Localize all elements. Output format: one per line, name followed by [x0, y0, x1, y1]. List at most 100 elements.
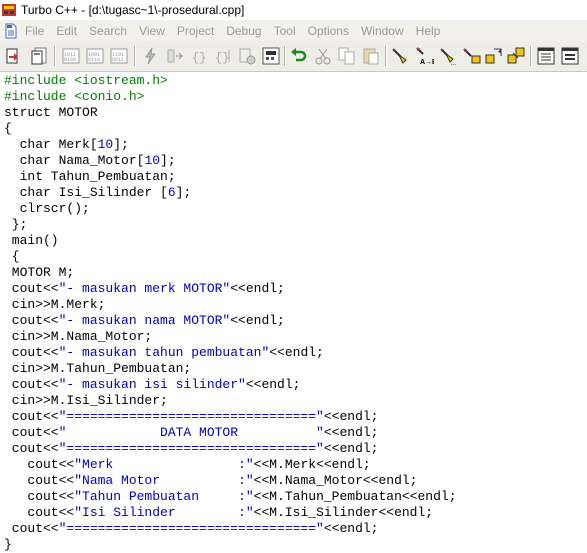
- code-token: ];: [175, 185, 192, 200]
- code-token: "Isi Silinder :": [74, 505, 254, 520]
- code-token: cin>>M.Nama_Motor;: [4, 329, 153, 344]
- trace-into-icon[interactable]: {}: [188, 45, 210, 67]
- code-line[interactable]: struct MOTOR: [4, 105, 98, 121]
- menu-file[interactable]: File: [25, 24, 44, 38]
- code-line[interactable]: }: [4, 537, 12, 553]
- code-line[interactable]: {: [4, 249, 20, 265]
- code-line[interactable]: cout<<"- masukan isi silinder"<<endl;: [4, 377, 301, 393]
- code-token: cout<<: [4, 489, 75, 504]
- code-line[interactable]: cout<<"Isi Silinder :"<<M.Isi_Silinder<<…: [4, 505, 433, 521]
- code-line[interactable]: MOTOR M;: [4, 265, 74, 281]
- menu-search[interactable]: Search: [89, 24, 127, 38]
- code-line[interactable]: cout<<"- masukan tahun pembuatan"<<endl;: [4, 345, 324, 361]
- find-next-icon[interactable]: [461, 45, 483, 67]
- code-line[interactable]: char Isi_Silinder [6];: [4, 185, 192, 201]
- code-token: cin>>M.Merk;: [4, 297, 106, 312]
- code-token: <<endl;: [323, 441, 379, 456]
- compile-file-icon[interactable]: 1011 0100: [60, 45, 82, 67]
- menu-options[interactable]: Options: [308, 24, 349, 38]
- code-line[interactable]: #include <conio.h>: [4, 89, 144, 105]
- menu-debug[interactable]: Debug: [226, 24, 261, 38]
- open-icon[interactable]: [4, 45, 26, 67]
- code-token: MOTOR M;: [4, 265, 75, 280]
- menu-tool[interactable]: Tool: [274, 24, 296, 38]
- menu-view[interactable]: View: [139, 24, 165, 38]
- code-token: cout<<: [4, 457, 75, 472]
- run-icon[interactable]: [140, 45, 162, 67]
- code-line[interactable]: {: [4, 121, 12, 137]
- undo-icon[interactable]: [288, 45, 310, 67]
- code-line[interactable]: cout<<"================================"…: [4, 521, 379, 537]
- code-line[interactable]: cout<<"Nama Motor :"<<M.Nama_Motor<<endl…: [4, 473, 417, 489]
- svg-text:0110: 0110: [88, 57, 100, 63]
- go-to-cursor-icon[interactable]: {}: [212, 45, 234, 67]
- code-token: <<endl;: [230, 313, 285, 328]
- code-token: cout<<: [4, 425, 59, 440]
- code-token: <<endl;: [269, 345, 324, 360]
- search-again-icon[interactable]: ...: [437, 45, 459, 67]
- code-token: {: [4, 249, 20, 264]
- code-line[interactable]: int Tahun_Pembuatan;: [4, 169, 176, 185]
- code-token: ];: [160, 153, 176, 168]
- code-token: struct MOTOR: [4, 105, 98, 120]
- menu-edit[interactable]: Edit: [56, 24, 77, 38]
- code-line[interactable]: cout<<"================================"…: [4, 409, 379, 425]
- browse-symbol-icon[interactable]: [483, 45, 505, 67]
- code-editor[interactable]: #include <iostream.h> #include <conio.h> s…: [0, 72, 587, 553]
- svg-text:...: ...: [451, 61, 456, 66]
- code-token: <<endl;: [323, 521, 379, 536]
- window-title: Turbo C++ - [d:\tugasc~1\-prosedural.cpp…: [21, 3, 245, 17]
- code-token: {: [4, 121, 12, 136]
- cut-icon[interactable]: [312, 45, 334, 67]
- code-token: main(): [4, 233, 59, 248]
- code-token: cout<<: [4, 281, 59, 296]
- code-line[interactable]: cout<<"- masukan merk MOTOR"<<endl;: [4, 281, 285, 297]
- paste-icon[interactable]: [360, 45, 382, 67]
- code-token: cout<<: [4, 441, 59, 456]
- cascade-window-icon[interactable]: [559, 45, 581, 67]
- code-line[interactable]: main(): [4, 233, 59, 249]
- code-line[interactable]: cout<<" DATA MOTOR "<<endl;: [4, 425, 379, 441]
- code-line[interactable]: cout<<"Tahun Pembuatan :"<<M.Tahun_Pembu…: [4, 489, 457, 505]
- code-line[interactable]: cin>>M.Isi_Silinder;: [4, 393, 168, 409]
- code-token: cout<<: [4, 521, 59, 536]
- code-line[interactable]: cout<<"================================"…: [4, 441, 379, 457]
- evaluate-icon[interactable]: [260, 45, 282, 67]
- svg-text:{}: {}: [192, 51, 206, 65]
- code-line[interactable]: cin>>M.Tahun_Pembuatan;: [4, 361, 191, 377]
- code-token: #include <conio.h>: [4, 89, 145, 104]
- code-token: clrscr();: [4, 201, 90, 216]
- tile-window-icon[interactable]: [535, 45, 557, 67]
- replace-icon[interactable]: A→B: [413, 45, 435, 67]
- code-token: <<endl;: [323, 409, 379, 424]
- toggle-breakpoint-icon[interactable]: [236, 45, 258, 67]
- code-line[interactable]: char Nama_Motor[10];: [4, 153, 176, 169]
- code-token: <<M.Nama_Motor<<endl;: [253, 473, 418, 488]
- menu-help[interactable]: Help: [416, 24, 441, 38]
- build-all-icon[interactable]: 1101 0011: [108, 45, 130, 67]
- save-icon[interactable]: [28, 45, 50, 67]
- document-icon[interactable]: [3, 23, 19, 39]
- code-line[interactable]: cout<<"Merk :"<<M.Merk<<endl;: [4, 457, 370, 473]
- code-line[interactable]: clrscr();: [4, 201, 90, 217]
- browse-object-icon[interactable]: [505, 45, 527, 67]
- code-line[interactable]: #include <iostream.h>: [4, 73, 168, 89]
- code-line[interactable]: };: [4, 217, 28, 233]
- step-over-icon[interactable]: [164, 45, 186, 67]
- code-token: <<endl;: [323, 425, 379, 440]
- turbo-cpp-app-icon[interactable]: [1, 2, 17, 18]
- code-token: <<M.Tahun_Pembuatan<<endl;: [253, 489, 457, 504]
- code-token: cout<<: [4, 377, 59, 392]
- code-token: "================================": [58, 521, 324, 536]
- menu-window[interactable]: Window: [361, 24, 404, 38]
- make-icon[interactable]: 1001 0110: [84, 45, 106, 67]
- code-line[interactable]: cin>>M.Nama_Motor;: [4, 329, 152, 345]
- code-line[interactable]: cout<<"- masukan nama MOTOR"<<endl;: [4, 313, 285, 329]
- menu-project[interactable]: Project: [177, 24, 214, 38]
- copy-icon[interactable]: [336, 45, 358, 67]
- search-icon[interactable]: [389, 45, 411, 67]
- code-line[interactable]: char Merk[10];: [4, 137, 129, 153]
- code-token: cout<<: [4, 409, 59, 424]
- code-line[interactable]: cin>>M.Merk;: [4, 297, 106, 313]
- code-token: 6: [167, 185, 176, 200]
